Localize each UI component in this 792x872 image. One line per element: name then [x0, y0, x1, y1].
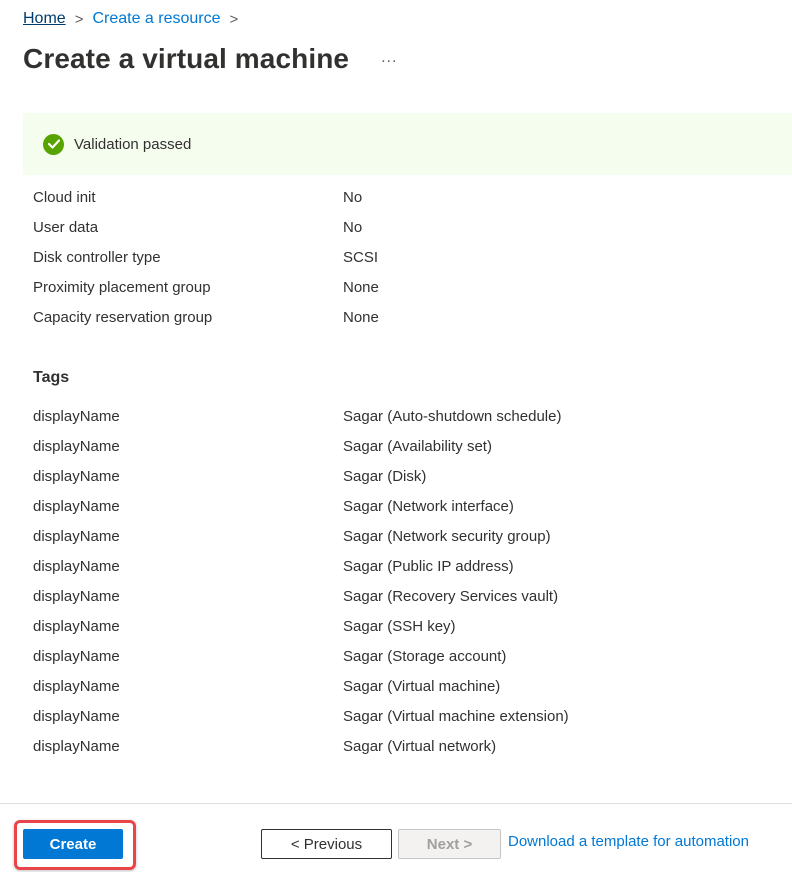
- tag-row-value: Sagar (Public IP address): [343, 557, 514, 575]
- tag-row-label: displayName: [33, 587, 120, 605]
- detail-row-value: No: [343, 218, 363, 236]
- validation-banner: Validation passed: [23, 113, 792, 175]
- title-row: Create a virtual machine ...: [23, 43, 397, 75]
- tags-section-title: Tags: [33, 369, 70, 386]
- footer-actions: Create < Previous Next > Download a temp…: [0, 804, 792, 872]
- tag-row: displayName Sagar (Public IP address): [33, 551, 792, 581]
- detail-row-label: User data: [33, 218, 99, 236]
- tag-row-value: Sagar (Virtual machine extension): [343, 707, 569, 725]
- check-circle-icon: [43, 133, 64, 155]
- detail-row: Capacity reservation group None: [33, 302, 792, 332]
- detail-row-value: None: [343, 278, 379, 296]
- tag-row-label: displayName: [33, 677, 120, 695]
- detail-row-label: Disk controller type: [33, 248, 161, 266]
- tag-row-value: Sagar (SSH key): [343, 617, 456, 635]
- detail-row-label: Proximity placement group: [33, 278, 211, 296]
- more-options-icon[interactable]: ...: [381, 49, 397, 67]
- breadcrumb: Home > Create a resource >: [23, 10, 247, 28]
- next-button: Next >: [398, 829, 501, 859]
- create-button[interactable]: Create: [23, 829, 123, 859]
- tag-row-label: displayName: [33, 467, 120, 485]
- tag-row-value: Sagar (Availability set): [343, 437, 492, 455]
- tag-row-value: Sagar (Recovery Services vault): [343, 587, 559, 605]
- tags-list: displayName Sagar (Auto-shutdown schedule…: [33, 401, 792, 761]
- chevron-right-icon: >: [229, 10, 239, 28]
- chevron-right-icon: >: [74, 10, 84, 28]
- page-title: Create a virtual machine: [23, 43, 350, 74]
- tag-row-value: Sagar (Network interface): [343, 497, 514, 515]
- detail-row-value: SCSI: [343, 248, 379, 266]
- tag-row: displayName Sagar (Recovery Services vaul…: [33, 581, 792, 611]
- detail-row-label: Cloud init: [33, 188, 96, 206]
- tag-row-label: displayName: [33, 647, 120, 665]
- tag-row-label: displayName: [33, 737, 120, 755]
- download-template-link[interactable]: Download a template for automation: [508, 833, 749, 850]
- tag-row: displayName Sagar (Network interface): [33, 491, 792, 521]
- tag-row-label: displayName: [33, 437, 120, 455]
- detail-row: Cloud init No: [33, 182, 792, 212]
- detail-row: Proximity placement group None: [33, 272, 792, 302]
- review-content: Cloud init No User data No Disk controller t…: [33, 182, 792, 761]
- detail-row-value: No: [343, 188, 363, 206]
- tag-row-value: Sagar (Auto-shutdown schedule): [343, 407, 562, 425]
- tag-row-label: displayName: [33, 527, 120, 545]
- tag-row: displayName Sagar (Virtual machine): [33, 671, 792, 701]
- breadcrumb-create-resource-link[interactable]: Create a resource: [92, 10, 220, 28]
- tag-row-value: Sagar (Storage account): [343, 647, 507, 665]
- tag-row: displayName Sagar (Auto-shutdown schedule…: [33, 401, 792, 431]
- detail-row-value: None: [343, 308, 379, 326]
- tag-row-label: displayName: [33, 557, 120, 575]
- tag-row-value: Sagar (Virtual machine): [343, 677, 501, 695]
- tag-row-value: Sagar (Disk): [343, 467, 427, 485]
- tag-row: displayName Sagar (Virtual network): [33, 731, 792, 761]
- tag-row: displayName Sagar (Availability set): [33, 431, 792, 461]
- tag-row-label: displayName: [33, 707, 120, 725]
- detail-row: Disk controller type SCSI: [33, 242, 792, 272]
- tag-row: displayName Sagar (Virtual machine extens…: [33, 701, 792, 731]
- detail-row-label: Capacity reservation group: [33, 308, 213, 326]
- validation-status-text: Validation passed: [74, 135, 192, 153]
- tag-row: displayName Sagar (Disk): [33, 461, 792, 491]
- details-list: Cloud init No User data No Disk controller t…: [33, 182, 792, 332]
- detail-row: User data No: [33, 212, 792, 242]
- tag-row: displayName Sagar (Storage account): [33, 641, 792, 671]
- previous-button[interactable]: < Previous: [261, 829, 392, 859]
- tag-row: displayName Sagar (SSH key): [33, 611, 792, 641]
- tag-row-label: displayName: [33, 617, 120, 635]
- breadcrumb-home-link[interactable]: Home: [23, 10, 66, 28]
- tag-row-label: displayName: [33, 407, 120, 425]
- tag-row-label: displayName: [33, 497, 120, 515]
- tag-row: displayName Sagar (Network security group…: [33, 521, 792, 551]
- tag-row-value: Sagar (Virtual network): [343, 737, 497, 755]
- tag-row-value: Sagar (Network security group): [343, 527, 551, 545]
